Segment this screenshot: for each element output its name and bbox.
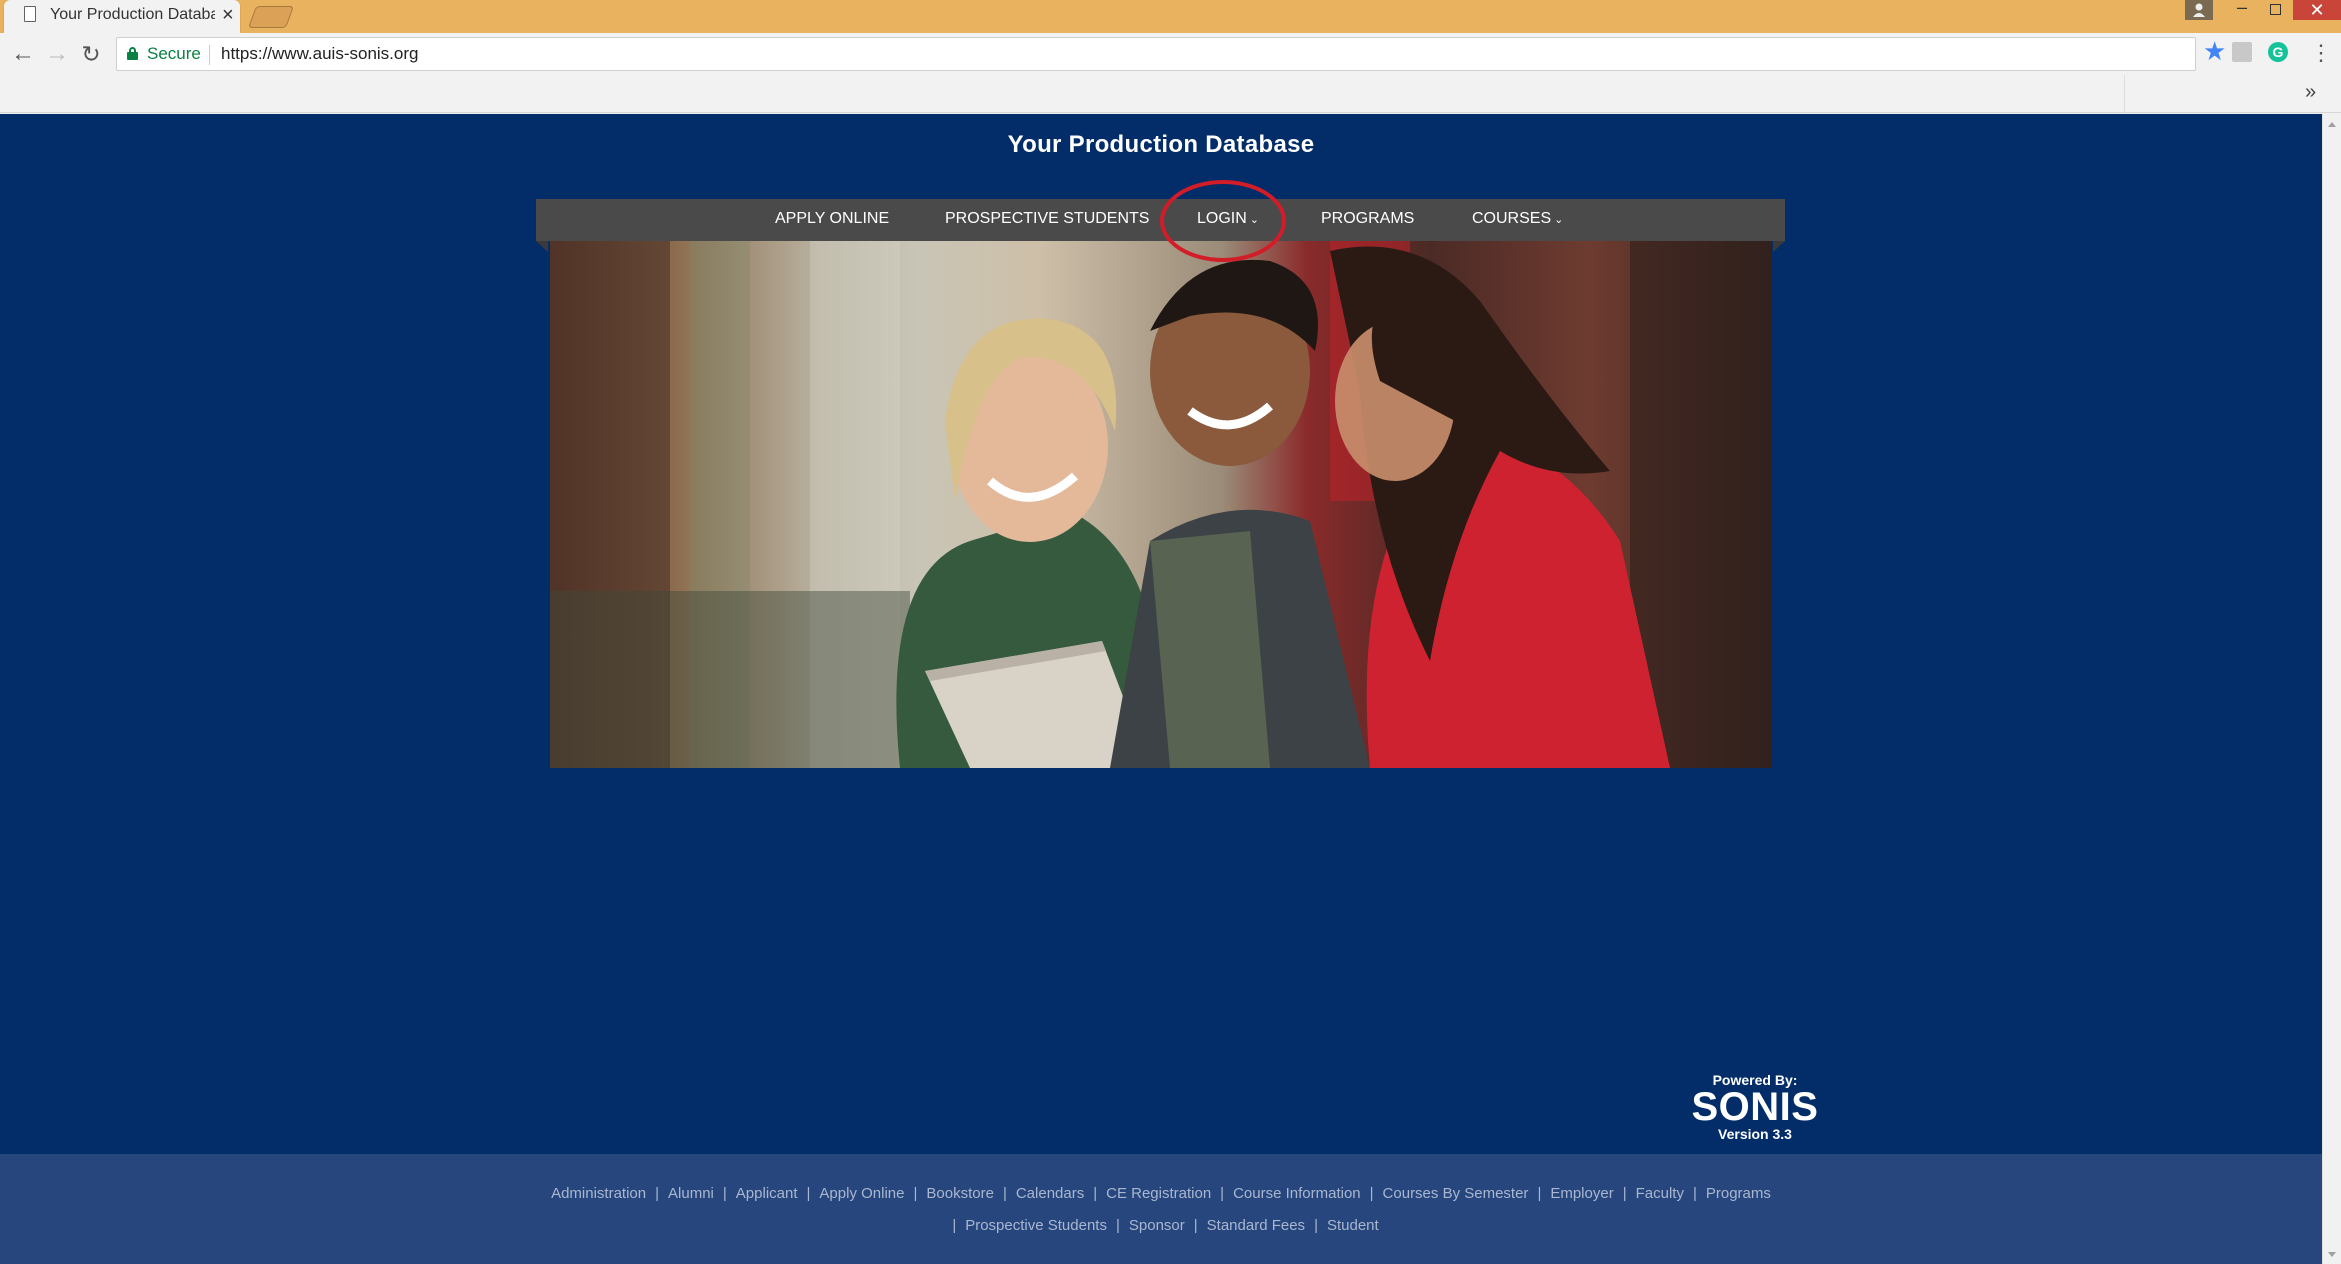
footer-link[interactable]: Sponsor xyxy=(1129,1217,1185,1234)
site-title: Your Production Database xyxy=(1007,131,1315,158)
footer-separator: | xyxy=(1314,1217,1318,1234)
sonis-logo: SONIS xyxy=(1691,1085,1819,1129)
scroll-up-arrow-icon[interactable] xyxy=(2328,122,2336,127)
footer-link[interactable]: Programs xyxy=(1706,1185,1771,1202)
footer-separator: | xyxy=(913,1185,918,1202)
minimize-button[interactable]: – xyxy=(2225,0,2259,20)
footer-link[interactable]: Prospective Students xyxy=(965,1217,1107,1234)
kebab-menu-icon[interactable]: ⋮ xyxy=(2310,39,2332,67)
profile-button[interactable] xyxy=(2185,0,2213,20)
tab-title: Your Production Databa: xyxy=(50,6,215,23)
footer-separator: | xyxy=(1692,1185,1697,1202)
footer-link[interactable]: Calendars xyxy=(1016,1185,1084,1202)
nav-ribbon-right xyxy=(1773,241,1785,252)
new-tab-button[interactable] xyxy=(247,6,295,28)
nav-prospective-students[interactable]: PROSPECTIVE STUDENTS xyxy=(945,209,1149,229)
footer-separator: | xyxy=(655,1185,660,1202)
footer-link[interactable]: Bookstore xyxy=(926,1185,994,1202)
nav-courses[interactable]: COURSES ⌄ xyxy=(1472,209,1563,230)
footer-separator: | xyxy=(1220,1185,1225,1202)
powered-by-sonis: Powered By: SONIS Version 3.3 xyxy=(1675,1072,1835,1142)
forward-arrow-icon[interactable]: → xyxy=(44,41,70,67)
photo-students-laughing-icon xyxy=(550,241,1772,768)
window-close-button[interactable]: ✕ xyxy=(2293,0,2341,20)
footer-row-2: | Prospective Students | Sponsor | Standard F… xyxy=(0,1217,2322,1234)
footer-link[interactable]: Apply Online xyxy=(819,1185,904,1202)
footer-separator: | xyxy=(722,1185,727,1202)
url-text[interactable]: https://www.auis-sonis.org xyxy=(221,44,418,64)
footer-link[interactable]: Standard Fees xyxy=(1207,1217,1305,1234)
address-bar[interactable]: Secure https://www.auis-sonis.org xyxy=(116,37,2196,71)
footer-link[interactable]: Faculty xyxy=(1636,1185,1684,1202)
back-arrow-icon[interactable]: ← xyxy=(10,41,36,67)
vertical-scrollbar[interactable] xyxy=(2322,114,2341,1264)
footer-separator: | xyxy=(952,1217,957,1234)
restore-button[interactable] xyxy=(2259,0,2293,20)
tab-close-icon[interactable]: × xyxy=(222,4,234,26)
footer-link[interactable]: Courses By Semester xyxy=(1383,1185,1529,1202)
grammarly-icon[interactable]: G xyxy=(2268,42,2288,62)
hero-image xyxy=(550,241,1772,768)
footer-separator: | xyxy=(1093,1185,1098,1202)
footer-row-1: Administration | Alumni | Applicant | Apply On… xyxy=(0,1185,2322,1202)
footer-separator: | xyxy=(1537,1185,1542,1202)
footer-link[interactable]: Applicant xyxy=(736,1185,798,1202)
browser-titlebar: Your Production Databa: × – ✕ xyxy=(0,0,2341,33)
footer-link[interactable]: Student xyxy=(1327,1217,1379,1234)
footer-separator: | xyxy=(806,1185,811,1202)
footer-links: Administration | Alumni | Applicant | Apply On… xyxy=(0,1154,2322,1264)
bookmark-star-icon[interactable]: ★ xyxy=(2203,36,2226,66)
footer-link[interactable]: Course Information xyxy=(1233,1185,1361,1202)
secure-label: Secure xyxy=(147,44,201,63)
footer-separator: | xyxy=(1115,1217,1120,1234)
scroll-down-arrow-icon[interactable] xyxy=(2328,1252,2336,1257)
extension-icon[interactable] xyxy=(2232,42,2252,62)
footer-separator: | xyxy=(1369,1185,1374,1202)
footer-link[interactable]: CE Registration xyxy=(1106,1185,1211,1202)
footer-link[interactable]: Administration xyxy=(551,1185,646,1202)
nav-ribbon-left xyxy=(536,241,548,252)
login-highlight-circle xyxy=(1160,180,1286,262)
reload-icon[interactable]: ↻ xyxy=(78,41,104,67)
footer-separator: | xyxy=(1193,1217,1198,1234)
footer-link[interactable]: Alumni xyxy=(668,1185,714,1202)
document-icon xyxy=(24,6,36,22)
address-separator xyxy=(209,45,210,65)
nav-programs[interactable]: PROGRAMS xyxy=(1321,209,1414,229)
footer-link[interactable]: Employer xyxy=(1550,1185,1613,1202)
nav-apply-online[interactable]: APPLY ONLINE xyxy=(775,209,889,229)
browser-toolbar: ← → ↻ Secure https://www.auis-sonis.org … xyxy=(0,33,2341,75)
bookmarks-bar: » xyxy=(0,75,2341,113)
restore-icon xyxy=(2270,4,2281,15)
lock-icon xyxy=(127,47,138,60)
footer-separator: | xyxy=(1002,1185,1007,1202)
page-content: Your Production Database APPLY ONLINE PR… xyxy=(0,114,2322,1264)
person-icon xyxy=(2193,3,2205,17)
browser-tab[interactable]: Your Production Databa: × xyxy=(4,0,240,33)
footer-separator: | xyxy=(1622,1185,1627,1202)
bookmarks-divider xyxy=(2124,75,2125,112)
bookmarks-overflow-icon[interactable]: » xyxy=(2305,81,2316,104)
chevron-down-icon: ⌄ xyxy=(1554,214,1564,226)
